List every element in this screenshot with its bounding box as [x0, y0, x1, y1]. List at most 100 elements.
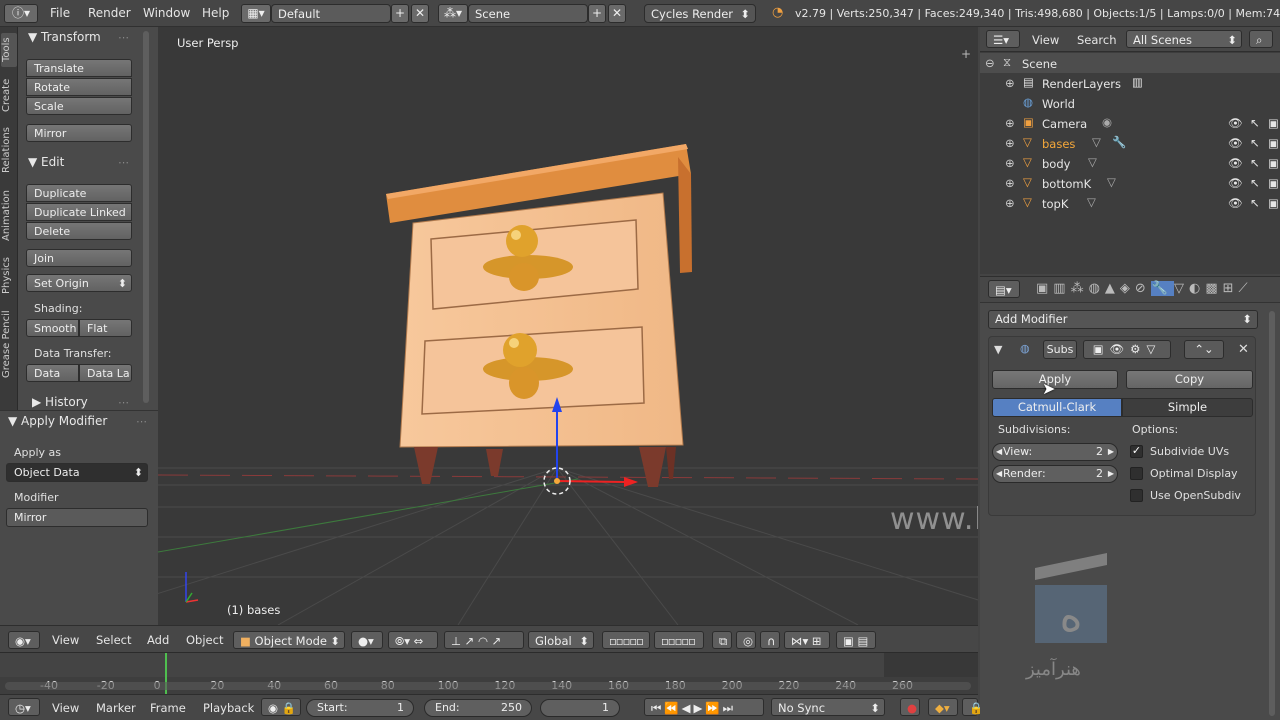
manipulator-icons[interactable]: ⊥ ↗ ◠ ↗: [444, 631, 524, 649]
preview-range-icon[interactable]: ◉ 🔒: [261, 698, 301, 716]
render-engine-select[interactable]: Cycles Render ⬍: [644, 4, 756, 23]
scene-browse-icon[interactable]: ⁂▾: [438, 4, 468, 23]
increment-arrow-icon[interactable]: ▶: [1108, 447, 1114, 456]
remove-scene-icon[interactable]: ✕: [608, 4, 626, 23]
timeline-menu-view[interactable]: View: [52, 701, 79, 715]
selectable-cursor-icon[interactable]: ↖: [1250, 116, 1260, 130]
lock-layers-icon[interactable]: ⧉: [712, 631, 732, 649]
outliner-row-bases[interactable]: ⊕ ▽ bases ▽ 🔧 👁 ↖ ▣: [980, 133, 1280, 153]
set-origin-dropdown[interactable]: Set Origin ⬍: [26, 274, 132, 292]
timeline-menu-marker[interactable]: Marker: [96, 701, 136, 715]
toolshelf-scrollbar[interactable]: [143, 31, 149, 403]
menu-view[interactable]: View: [52, 633, 79, 647]
outliner-menu-view[interactable]: View: [1032, 33, 1059, 47]
collapse-icon[interactable]: ⊖: [985, 56, 995, 70]
add-scene-icon[interactable]: +: [588, 4, 606, 23]
tab-grease-pencil[interactable]: Grease Pencil: [1, 307, 17, 381]
expand-icon[interactable]: ⊕: [1005, 196, 1015, 210]
expand-icon[interactable]: ⊕: [1005, 176, 1015, 190]
transform-panel-header[interactable]: ▼ Transform: [28, 30, 101, 44]
visibility-eye-icon[interactable]: 👁: [1228, 156, 1243, 170]
render-subdivisions-field[interactable]: ◀ Render: 2 ▶: [992, 465, 1118, 483]
selectable-cursor-icon[interactable]: ↖: [1250, 136, 1260, 150]
mirror-button[interactable]: Mirror: [26, 124, 132, 142]
add-layout-icon[interactable]: +: [391, 4, 409, 23]
duplicate-linked-button[interactable]: Duplicate Linked: [26, 203, 132, 221]
timeline-scrollbar[interactable]: [5, 682, 971, 690]
selectable-cursor-icon[interactable]: ↖: [1250, 156, 1260, 170]
modifier-name-field[interactable]: Subs: [1043, 340, 1077, 359]
outliner-row-bottomk[interactable]: ⊕ ▽ bottomK ▽ 👁 ↖ ▣: [980, 173, 1280, 193]
sync-mode-select[interactable]: No Sync ⬍: [771, 698, 885, 716]
render-camera-icon[interactable]: ▣: [1268, 196, 1279, 210]
expand-icon[interactable]: ⊕: [1005, 76, 1015, 90]
tab-tools[interactable]: Tools: [1, 33, 17, 67]
edit-panel-header[interactable]: ▼ Edit: [28, 155, 64, 169]
info-editor-type-button[interactable]: ⓘ▾: [4, 4, 38, 23]
visibility-eye-icon[interactable]: 👁: [1228, 196, 1243, 210]
transform-orientation-select[interactable]: Global ⬍: [528, 631, 594, 649]
mode-select[interactable]: ■ Object Mode ⬍: [233, 631, 345, 649]
snap-icon[interactable]: ∩: [760, 631, 780, 649]
optimal-display-checkbox[interactable]: [1130, 467, 1143, 480]
move-modifier-up-down-icon[interactable]: ⌃⌄: [1184, 340, 1224, 359]
drag-handle-icon[interactable]: ⋯: [118, 156, 129, 169]
data-transfer-button[interactable]: Data: [26, 364, 79, 382]
apply-as-dropdown[interactable]: Object Data ⬍: [6, 463, 148, 482]
collapse-modifier-icon[interactable]: ▼: [994, 343, 1002, 356]
outliner-row-topk[interactable]: ⊕ ▽ topK ▽ 👁 ↖ ▣: [980, 193, 1280, 213]
selectable-cursor-icon[interactable]: ↖: [1250, 196, 1260, 210]
outliner-menu-search[interactable]: Search: [1077, 33, 1117, 47]
expand-icon[interactable]: ⊕: [1005, 116, 1015, 130]
outliner-row-world[interactable]: ◍ World: [980, 93, 1280, 113]
tab-create[interactable]: Create: [1, 75, 17, 115]
apply-modifier-panel-header[interactable]: ▼ Apply Modifier: [8, 414, 107, 428]
remove-layout-icon[interactable]: ✕: [411, 4, 429, 23]
smooth-button[interactable]: Smooth: [26, 319, 79, 337]
scene-name-field[interactable]: Scene: [468, 4, 588, 23]
history-panel-header[interactable]: ▶ History: [32, 395, 88, 409]
outliner-row-renderlayers[interactable]: ⊕ ▤ RenderLayers ▥: [980, 73, 1280, 93]
delete-button[interactable]: Delete: [26, 222, 132, 240]
expand-icon[interactable]: ⊕: [1005, 136, 1015, 150]
view-subdivisions-field[interactable]: ◀ View: 2 ▶: [992, 443, 1118, 461]
properties-scrollbar[interactable]: [1269, 311, 1275, 716]
use-opensubdiv-checkbox[interactable]: [1130, 489, 1143, 502]
menu-render[interactable]: Render: [88, 6, 131, 20]
keying-set-icon[interactable]: ◆▾: [928, 698, 958, 716]
playback-controls[interactable]: ⏮⏪◀▶⏩⏭: [644, 698, 764, 716]
outliner-row-camera[interactable]: ⊕ ▣ Camera ◉ 👁 ↖ ▣: [980, 113, 1280, 133]
snap-element-icon[interactable]: ⋈▾ ⊞: [784, 631, 830, 649]
menu-select[interactable]: Select: [96, 633, 131, 647]
decrement-arrow-icon[interactable]: ◀: [996, 447, 1002, 456]
tab-animation[interactable]: Animation: [1, 185, 17, 247]
catmull-clark-toggle[interactable]: Catmull-Clark: [992, 398, 1122, 417]
outliner-display-mode-select[interactable]: All Scenes ⬍: [1126, 30, 1242, 48]
duplicate-button[interactable]: Duplicate: [26, 184, 132, 202]
menu-help[interactable]: Help: [202, 6, 229, 20]
timeline-menu-frame[interactable]: Frame: [150, 701, 186, 715]
modifiers-tab-wrench-icon[interactable]: 🔧: [1150, 281, 1174, 296]
layer-buttons-2[interactable]: ▫▫▫▫▫: [654, 631, 704, 649]
drag-handle-icon[interactable]: ⋯: [118, 31, 129, 44]
current-frame-field[interactable]: 1: [540, 699, 620, 717]
render-preview-icons[interactable]: ▣ ▤: [836, 631, 876, 649]
selectable-cursor-icon[interactable]: ↖: [1250, 176, 1260, 190]
visibility-eye-icon[interactable]: 👁: [1228, 116, 1243, 130]
add-modifier-dropdown[interactable]: Add Modifier ⬍: [988, 310, 1258, 329]
editor-type-button[interactable]: ◉▾: [8, 631, 40, 649]
layer-buttons-1[interactable]: ▫▫▫▫▫: [602, 631, 650, 649]
outliner-row-body[interactable]: ⊕ ▽ body ▽ 👁 ↖ ▣: [980, 153, 1280, 173]
timeline-menu-playback[interactable]: Playback: [203, 701, 254, 715]
modifier-display-toggles[interactable]: ▣👁⚙▽: [1083, 340, 1171, 359]
timeline-editor-type-icon[interactable]: ◷▾: [8, 698, 40, 716]
join-button[interactable]: Join: [26, 249, 132, 267]
layout-browse-icon[interactable]: ▦▾: [241, 4, 271, 23]
pivot-point-icon[interactable]: ⦾▾ ⇔: [388, 631, 438, 649]
outliner-search-icon[interactable]: ⌕: [1249, 30, 1273, 48]
remove-modifier-icon[interactable]: ✕: [1238, 342, 1249, 357]
visibility-eye-icon[interactable]: 👁: [1228, 136, 1243, 150]
rotate-button[interactable]: Rotate: [26, 78, 132, 96]
scale-button[interactable]: Scale: [26, 97, 132, 115]
outliner-row-scene[interactable]: ⊖ ⧖ Scene: [980, 53, 1280, 73]
